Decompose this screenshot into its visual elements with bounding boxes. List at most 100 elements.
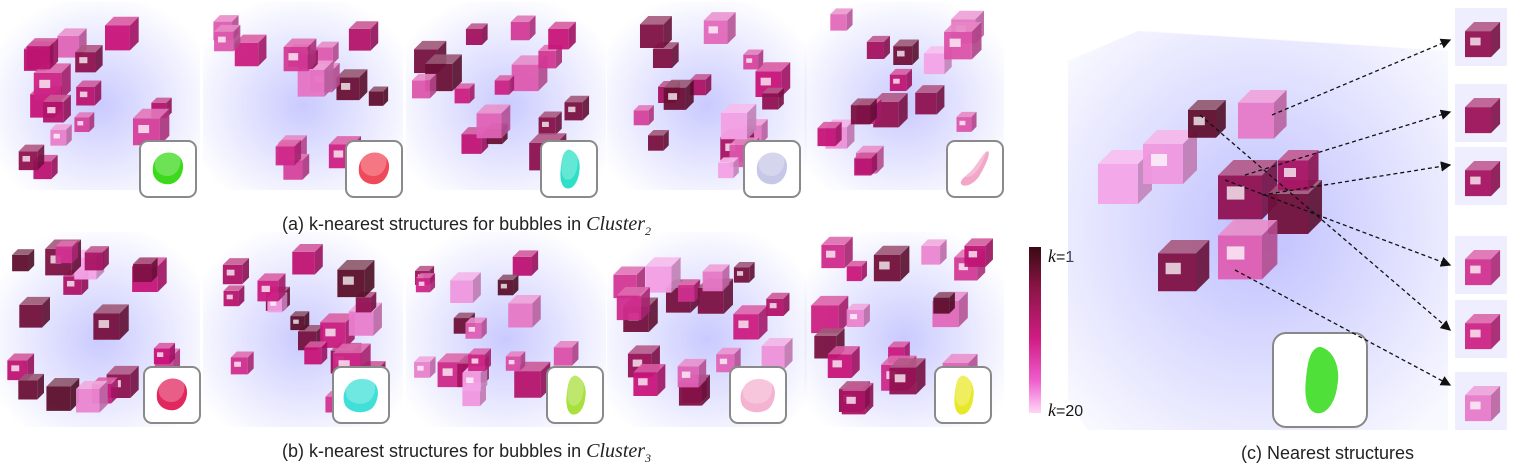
structure-cube xyxy=(304,341,328,365)
structure-cube xyxy=(854,152,878,176)
structure-cube xyxy=(55,240,79,264)
structure-cube xyxy=(766,292,790,316)
structure-cube xyxy=(18,373,44,400)
structure-cube xyxy=(821,236,853,269)
inset-b-4 xyxy=(729,366,787,424)
structure-cube xyxy=(508,294,541,328)
structure-cube xyxy=(548,21,576,50)
caption-a-text: (a) k-nearest structures for bubbles in xyxy=(282,214,587,234)
structure-cube xyxy=(616,286,650,321)
nearest-thumbnail-5 xyxy=(1455,300,1507,358)
structure-cube xyxy=(223,285,245,307)
structure-cube xyxy=(817,121,842,147)
structure-cube xyxy=(43,94,71,123)
structure-cube xyxy=(222,258,250,285)
structure-cube xyxy=(1218,220,1278,280)
structure-cube xyxy=(75,44,103,73)
bubble-shape xyxy=(1305,346,1339,414)
structure-cube xyxy=(761,337,793,369)
nearest-thumbnail-1 xyxy=(1455,8,1507,66)
structure-cube xyxy=(964,238,993,267)
inset-a-3 xyxy=(540,140,598,198)
structure-cube xyxy=(336,69,368,101)
structure-cube xyxy=(944,21,982,60)
nearest-thumbnail-4 xyxy=(1455,236,1507,294)
structure-cube xyxy=(275,139,302,166)
caption-b-text: (b) k-nearest structures for bubbles in xyxy=(282,441,587,461)
volume-c xyxy=(1067,28,1449,435)
structure-cube xyxy=(733,305,768,340)
structure-cube xyxy=(450,272,481,303)
structure-cube xyxy=(415,273,436,293)
inset-a-2 xyxy=(345,140,403,198)
nearest-thumbnail-3 xyxy=(1455,147,1507,205)
structure-cube xyxy=(412,74,437,99)
structure-cube xyxy=(414,356,436,378)
structure-cube xyxy=(915,85,945,115)
structure-cube xyxy=(873,245,910,282)
structure-cube xyxy=(1238,90,1287,139)
structure-cube xyxy=(830,8,853,31)
structure-cube xyxy=(733,261,755,283)
structure-cube xyxy=(93,304,129,340)
k-colorbar xyxy=(1029,247,1041,413)
structure-cube xyxy=(290,311,310,331)
structure-cube xyxy=(956,111,977,132)
structure-cube xyxy=(76,380,108,413)
structure-cube xyxy=(505,351,526,371)
structure-cube xyxy=(762,87,784,110)
inset-b-5 xyxy=(934,366,992,424)
structure-cube xyxy=(889,358,926,395)
structure-cube xyxy=(133,257,158,283)
structure-cube xyxy=(648,129,669,151)
structure-cube xyxy=(1188,100,1226,138)
structure-cube xyxy=(703,12,736,45)
inset-b-3 xyxy=(546,366,604,424)
structure-cube xyxy=(368,86,389,106)
structure-cube xyxy=(1465,22,1501,58)
structure-cube xyxy=(1143,130,1197,184)
structure-cube xyxy=(494,75,515,95)
structure-cube xyxy=(476,104,511,139)
structure-cube xyxy=(1465,314,1501,350)
structure-cube xyxy=(841,382,874,415)
structure-cube xyxy=(827,346,860,379)
structure-cube xyxy=(677,358,707,388)
structure-cube xyxy=(468,348,491,372)
structure-cube xyxy=(153,342,176,365)
caption-b-index: 3 xyxy=(645,451,652,465)
structure-cube xyxy=(811,295,849,334)
structure-cube xyxy=(702,264,730,292)
structure-cube xyxy=(633,105,654,126)
inset-a-4 xyxy=(743,140,801,198)
structure-cube xyxy=(1465,386,1501,422)
structure-cube xyxy=(292,243,323,275)
structure-cube xyxy=(553,340,579,366)
structure-cube xyxy=(564,95,590,121)
structure-cube xyxy=(846,260,867,282)
structure-cube xyxy=(866,35,890,59)
inset-b-1 xyxy=(143,366,201,424)
structure-cube xyxy=(1465,250,1501,286)
inset-c xyxy=(1272,332,1368,428)
structure-cube xyxy=(105,16,139,51)
structure-cube xyxy=(84,246,109,271)
structure-cube xyxy=(850,98,877,125)
caption-c: (c) Nearest structures xyxy=(1241,443,1415,463)
structure-cube xyxy=(512,250,539,276)
structure-cube xyxy=(19,296,50,328)
structure-cube xyxy=(893,39,919,65)
structure-cube xyxy=(889,68,913,92)
structure-cube xyxy=(846,303,870,327)
structure-cube xyxy=(283,38,317,72)
structure-cube xyxy=(633,364,666,396)
nearest-thumbnail-2 xyxy=(1455,84,1507,142)
structure-cube xyxy=(50,124,72,146)
structure-cube xyxy=(1465,98,1501,134)
structure-cube xyxy=(12,249,35,272)
structure-cube xyxy=(18,144,45,171)
structure-cube xyxy=(230,351,254,375)
caption-b: (b) k-nearest structures for bubbles in … xyxy=(282,440,651,466)
structure-cube xyxy=(921,239,947,265)
structure-cube xyxy=(538,111,562,135)
